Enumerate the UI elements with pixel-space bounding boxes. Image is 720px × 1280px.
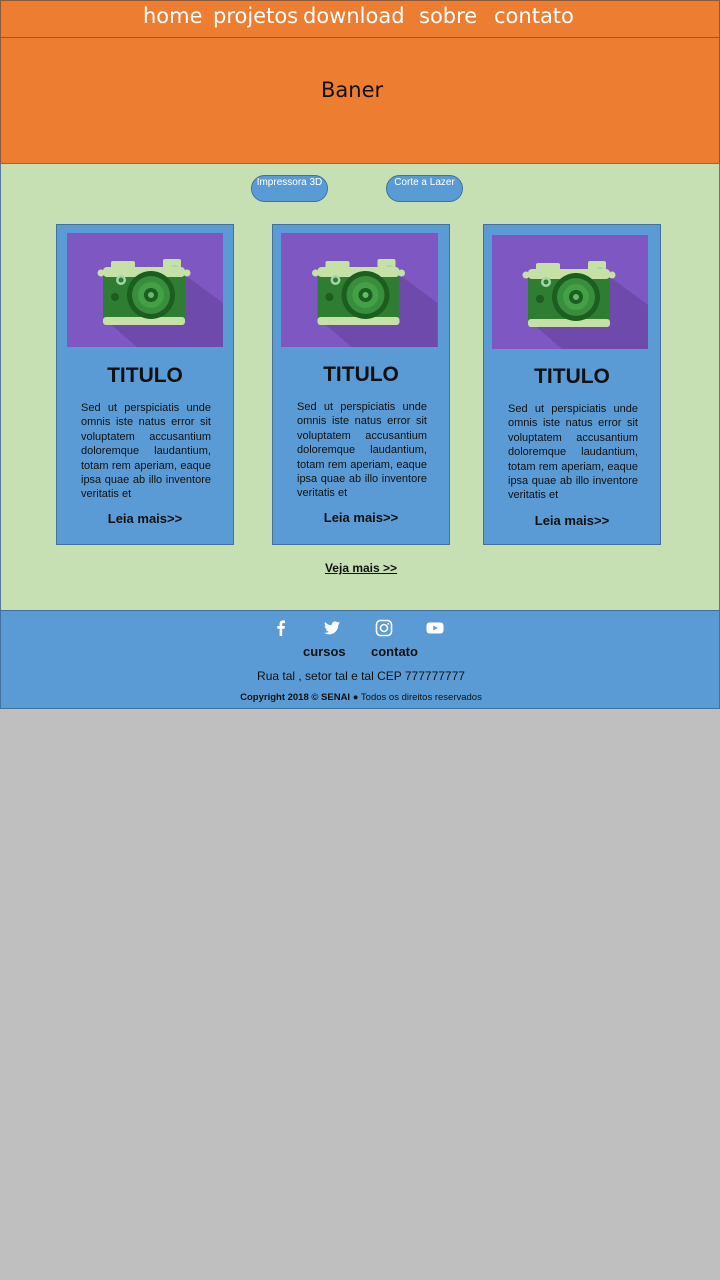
footer: cursos contato Rua tal , setor tal e tal… bbox=[0, 610, 720, 709]
project-card: TITULO Sed ut perspiciatis unde omnis is… bbox=[483, 224, 661, 545]
card-text: Sed ut perspiciatis unde omnis iste natu… bbox=[508, 403, 638, 502]
card-text: Sed ut perspiciatis unde omnis iste natu… bbox=[81, 402, 211, 501]
footer-link-contato[interactable]: contato bbox=[371, 644, 418, 659]
top-nav: home projetos download sobre contato bbox=[0, 0, 720, 38]
footer-copyright: Copyright 2018 © SENAI ● Todos os direit… bbox=[1, 692, 720, 703]
instagram-icon[interactable] bbox=[375, 619, 393, 637]
project-card: TITULO Sed ut perspiciatis unde omnis is… bbox=[272, 224, 450, 545]
footer-address: Rua tal , setor tal e tal CEP 777777777 bbox=[257, 669, 465, 683]
read-more-link[interactable]: Leia mais>> bbox=[273, 510, 449, 525]
rights-text: ● Todos os direitos reservados bbox=[352, 692, 482, 703]
facebook-icon[interactable] bbox=[272, 619, 290, 637]
camera-icon bbox=[67, 233, 223, 347]
card-title: TITULO bbox=[107, 364, 183, 387]
copyright-text: Copyright 2018 © SENAI bbox=[240, 692, 351, 703]
card-title: TITULO bbox=[534, 365, 610, 388]
youtube-icon[interactable] bbox=[426, 619, 444, 637]
filter-corte-a-lazer-button[interactable]: Corte a Lazer bbox=[386, 175, 463, 202]
card-title: TITULO bbox=[323, 363, 399, 386]
footer-link-cursos[interactable]: cursos bbox=[303, 644, 346, 659]
card-text: Sed ut perspiciatis unde omnis iste natu… bbox=[297, 401, 427, 500]
nav-home[interactable]: home bbox=[143, 4, 203, 28]
nav-download[interactable]: download bbox=[303, 4, 405, 28]
camera-icon bbox=[492, 235, 648, 349]
banner: Baner bbox=[0, 37, 720, 164]
filter-impressora-3d-button[interactable]: Impressora 3D bbox=[251, 175, 328, 202]
read-more-link[interactable]: Leia mais>> bbox=[484, 513, 660, 528]
see-more-link[interactable]: Veja mais >> bbox=[1, 561, 720, 575]
banner-title: Baner bbox=[321, 78, 384, 102]
camera-icon bbox=[281, 233, 438, 347]
nav-projetos[interactable]: projetos bbox=[213, 4, 298, 28]
twitter-icon[interactable] bbox=[323, 619, 341, 637]
read-more-link[interactable]: Leia mais>> bbox=[57, 511, 233, 526]
nav-sobre[interactable]: sobre bbox=[419, 4, 477, 28]
nav-contato[interactable]: contato bbox=[494, 4, 574, 28]
project-card: TITULO Sed ut perspiciatis unde omnis is… bbox=[56, 224, 234, 545]
content-section: Impressora 3D Corte a Lazer TITULO Sed u… bbox=[0, 163, 720, 611]
